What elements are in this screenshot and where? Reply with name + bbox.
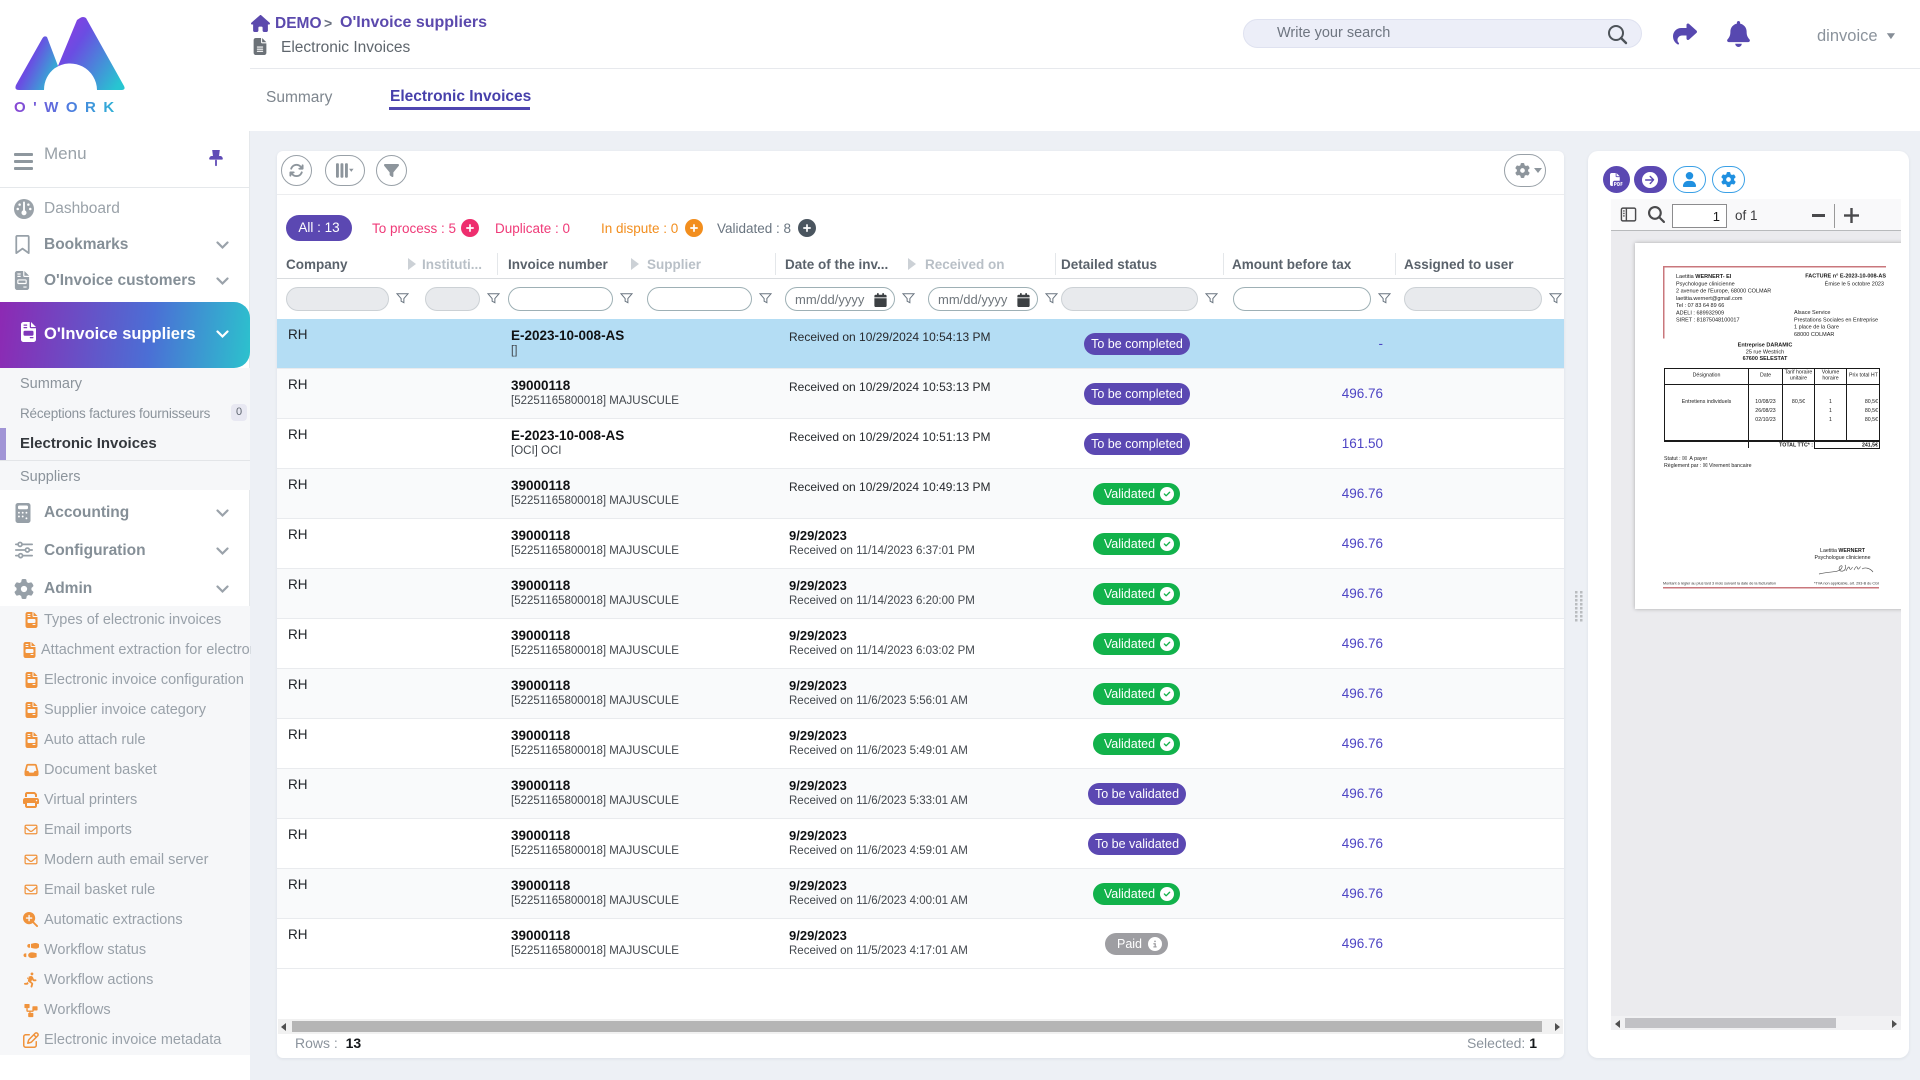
- svg-text:O'WORK: O'WORK: [14, 99, 122, 116]
